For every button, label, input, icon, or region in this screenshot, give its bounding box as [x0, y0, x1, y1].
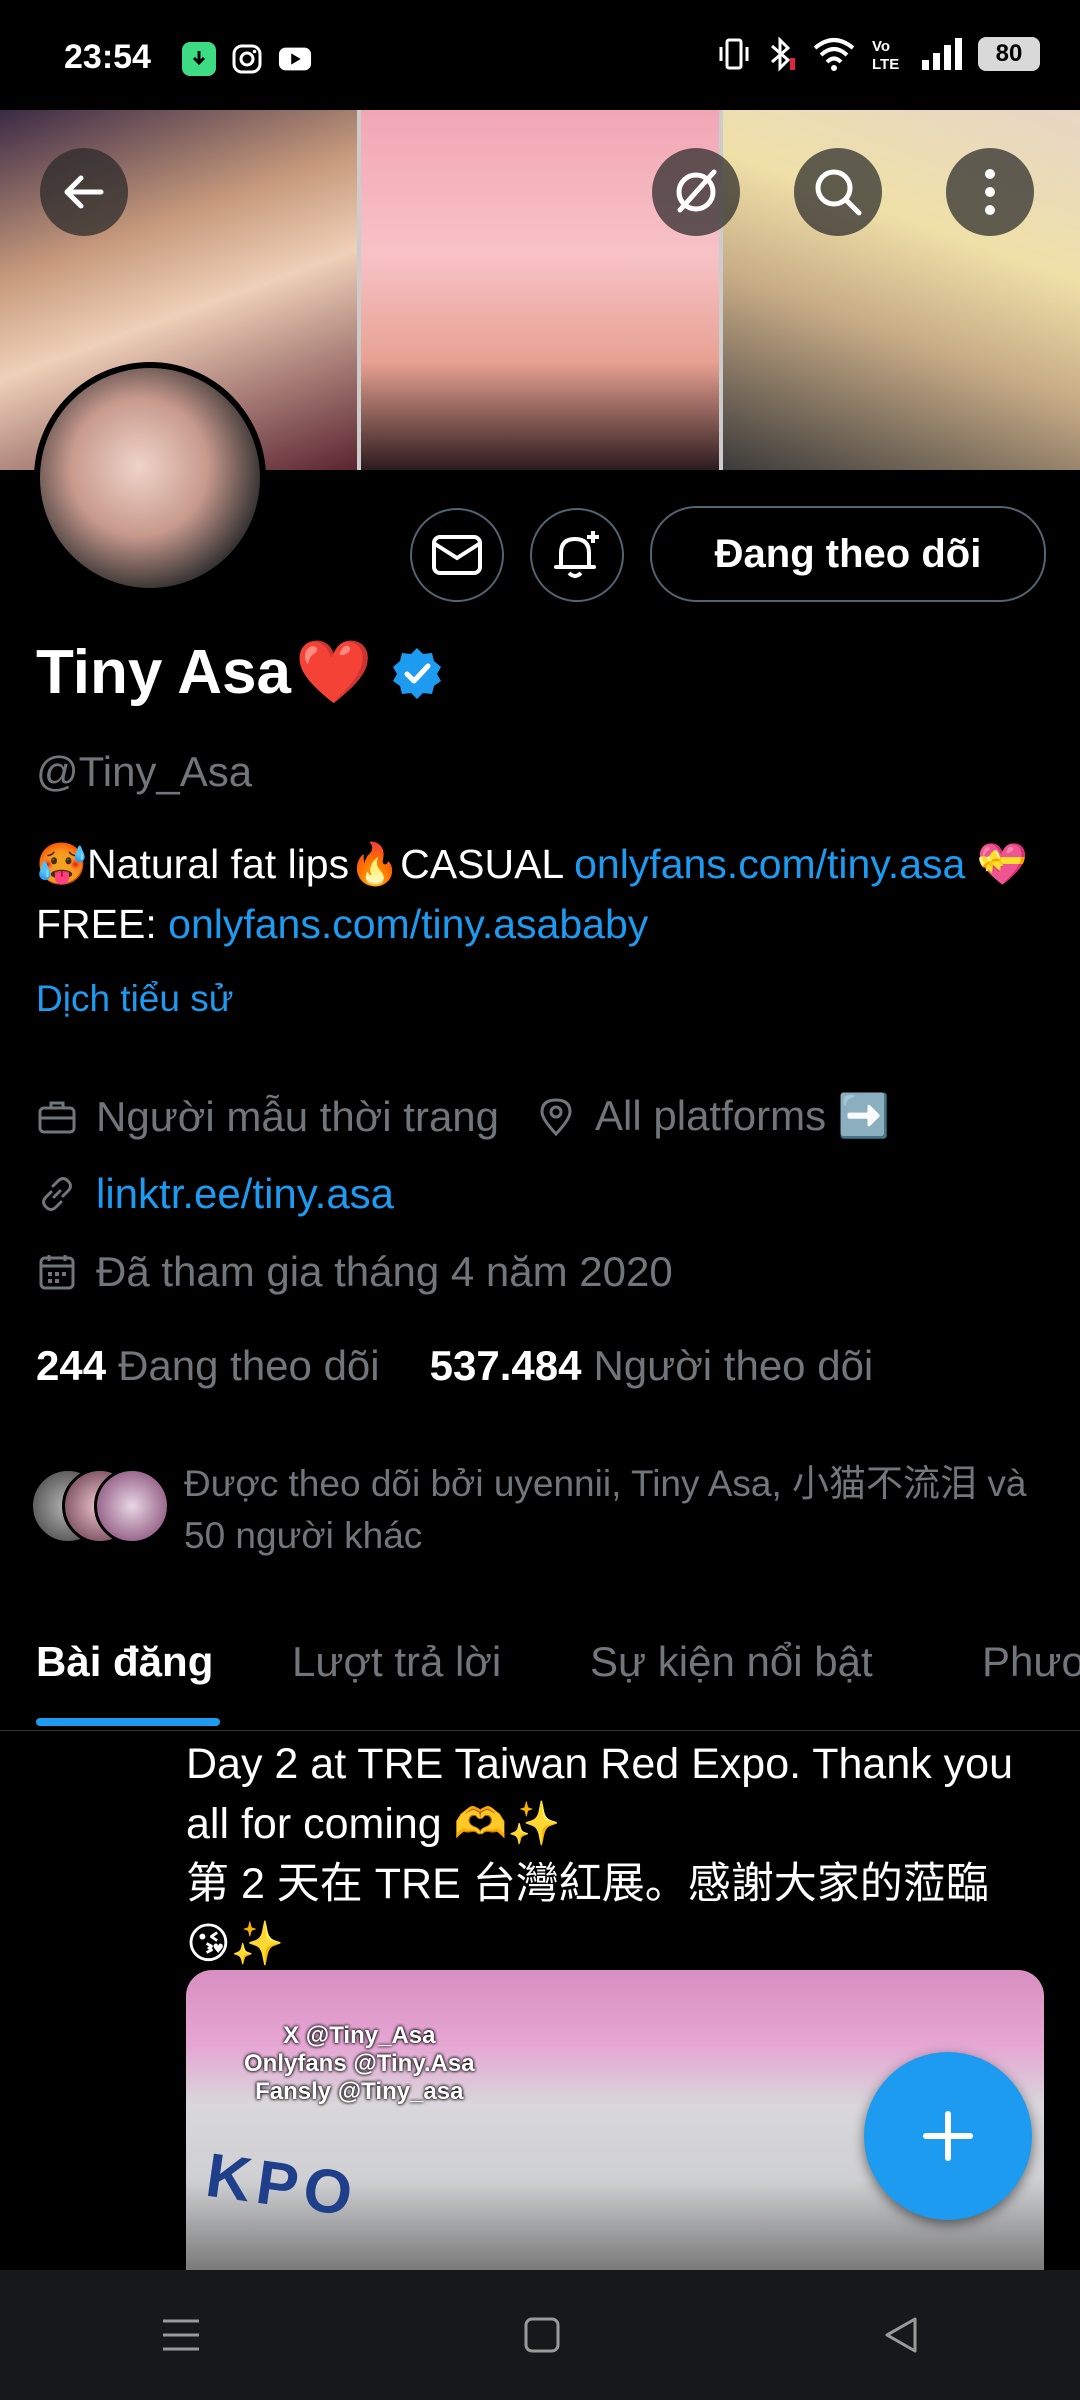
followers-label: Người theo dõi [593, 1342, 874, 1389]
joined-text: Đã tham gia tháng 4 năm 2020 [96, 1248, 673, 1295]
wifi-icon [813, 38, 855, 71]
signal-icon [922, 38, 962, 70]
profile-handle: @Tiny_Asa [36, 748, 253, 795]
follow-stats: 244 Đang theo dõi 537.484 Người theo dõi [36, 1342, 873, 1390]
watermark-line: Fansly @Tiny_asa [255, 2078, 464, 2105]
status-bar: 23:54 Vo LTE 80 [0, 0, 1080, 110]
back-triangle-icon[interactable] [881, 2315, 921, 2355]
location-text: All platforms ➡️ [595, 1092, 891, 1139]
link-icon [36, 1173, 78, 1215]
tab-posts[interactable]: Bài đăng [36, 1638, 213, 1686]
more-options-button[interactable] [946, 148, 1034, 236]
profile-meta-row: Người mẫu thời trang All platforms ➡️ [36, 1092, 890, 1141]
watermark-line: X @Tiny_Asa [283, 2022, 436, 2049]
following-stat[interactable]: 244 Đang theo dõi [36, 1342, 380, 1390]
notify-button[interactable] [530, 508, 624, 602]
followers-count: 537.484 [429, 1342, 582, 1389]
back-button[interactable] [40, 148, 128, 236]
status-time: 23:54 [64, 38, 151, 76]
profile-name: Tiny Asa ❤️ [36, 636, 444, 709]
followed-by-text: Được theo dõi bởi uyennii, Tiny Asa, 小猫不… [184, 1463, 1027, 1556]
watermark-line: Onlyfans @Tiny.Asa [244, 2050, 475, 2077]
mail-icon [432, 535, 482, 575]
youtube-icon [278, 42, 312, 76]
battery-indicator: 80 [978, 37, 1040, 71]
message-button[interactable] [410, 508, 504, 602]
system-navigation-bar [0, 2270, 1080, 2400]
status-app-icons [182, 42, 312, 76]
location-icon [535, 1096, 577, 1138]
media-watermark: X @Tiny_Asa Onlyfans @Tiny.Asa Fansly @T… [244, 2022, 475, 2106]
following-label: Đang theo dõi [118, 1342, 380, 1389]
arrow-left-icon [64, 175, 104, 209]
followed-by-row[interactable]: Được theo dõi bởi uyennii, Tiny Asa, 小猫不… [30, 1462, 1050, 1562]
bio-link-onlyfans[interactable]: onlyfans.com/tiny.asa [574, 841, 965, 887]
svg-text:LTE: LTE [872, 56, 899, 72]
active-tab-indicator [36, 1718, 220, 1726]
svg-text:Vo: Vo [872, 38, 890, 55]
more-vertical-icon [985, 169, 995, 215]
verified-badge-icon [393, 647, 442, 699]
briefcase-icon [36, 1096, 78, 1138]
profile-website-row: linktr.ee/tiny.asa [36, 1170, 394, 1218]
profile-tabs: Bài đăng Lượt trả lời Sự kiện nổi bật Ph… [0, 1630, 1080, 1731]
volte-icon: VoLTE [872, 38, 899, 72]
profile-bio: 🥵Natural fat lips🔥CASUAL onlyfans.com/ti… [36, 834, 1036, 954]
bell-plus-icon [554, 531, 599, 578]
tab-media[interactable]: Phươ [982, 1638, 1080, 1686]
tab-replies[interactable]: Lượt trả lời [292, 1638, 501, 1686]
instagram-icon [230, 42, 264, 76]
bluetooth-icon [771, 36, 795, 72]
status-system-icons: Vo LTE 80 [716, 36, 1040, 72]
post-line: Day 2 at TRE Taiwan Red Expo. Thank you [186, 1740, 1014, 1788]
following-button[interactable]: Đang theo dõi [650, 506, 1046, 602]
profession-text: Người mẫu thời trang [96, 1092, 500, 1140]
compose-button[interactable] [864, 2052, 1032, 2220]
mutual-avatars [30, 1462, 180, 1544]
grok-icon [676, 169, 717, 213]
mutual-avatar [94, 1468, 170, 1544]
grok-button[interactable] [652, 148, 740, 236]
website-link[interactable]: linktr.ee/tiny.asa [96, 1170, 394, 1218]
plus-icon [923, 2111, 973, 2161]
post-line: all for coming 🫶✨ [186, 1800, 561, 1848]
vibrate-icon [719, 38, 749, 70]
translate-bio-link[interactable]: Dịch tiểu sử [36, 978, 234, 1020]
tab-highlights[interactable]: Sự kiện nổi bật [590, 1638, 873, 1686]
android-auto-icon [182, 42, 216, 76]
search-icon [815, 169, 862, 216]
display-name: Tiny Asa [36, 638, 291, 707]
post-line: 😘✨ [186, 1920, 285, 1968]
menu-icon[interactable] [159, 2315, 203, 2355]
media-sign-text: KPO [201, 2140, 363, 2231]
banner-photo-3 [722, 110, 1080, 470]
search-button[interactable] [794, 148, 882, 236]
home-square-icon[interactable] [522, 2315, 562, 2355]
post-line: 第 2 天在 TRE 台灣紅展。感謝大家的蒞臨 [186, 1860, 989, 1908]
calendar-icon [36, 1251, 78, 1293]
following-count: 244 [36, 1342, 107, 1389]
bio-link-onlyfans-free[interactable]: onlyfans.com/tiny.asababy [168, 901, 648, 947]
post-text[interactable]: Day 2 at TRE Taiwan Red Expo. Thank you … [186, 1734, 1056, 1974]
avatar[interactable] [34, 362, 266, 594]
bio-text: 🥵Natural fat lips🔥CASUAL [36, 841, 575, 887]
name-emoji: ❤️ [295, 638, 373, 707]
profile-joined-row: Đã tham gia tháng 4 năm 2020 [36, 1248, 673, 1296]
followers-stat[interactable]: 537.484 Người theo dõi [430, 1342, 874, 1390]
